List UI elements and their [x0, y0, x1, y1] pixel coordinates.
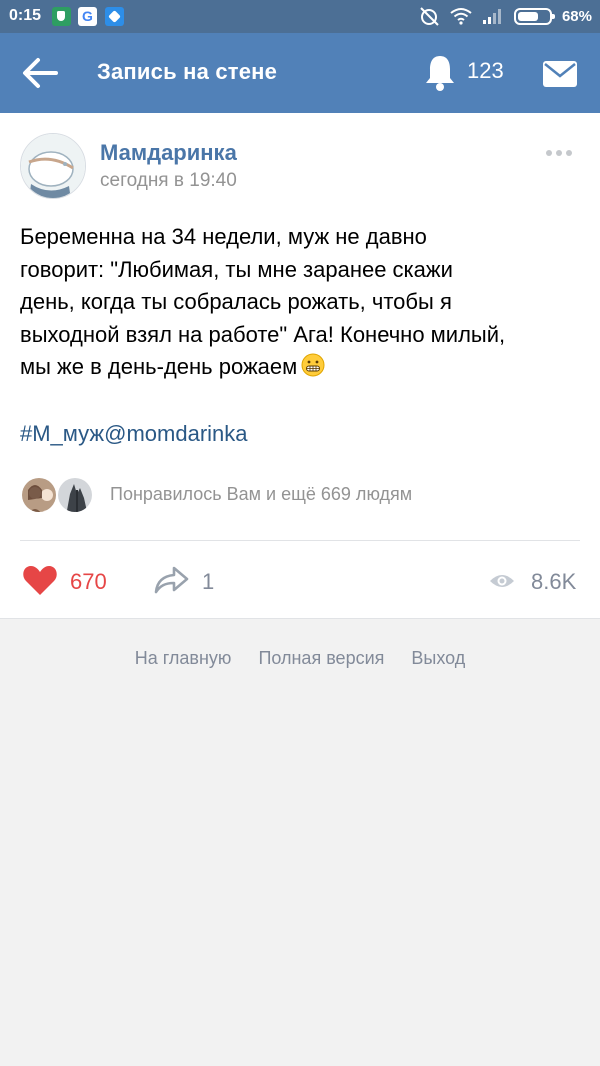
alarm-off-icon	[420, 7, 439, 26]
back-arrow-icon[interactable]	[20, 55, 60, 91]
share-arrow-icon[interactable]	[154, 565, 190, 595]
share-count[interactable]: 1	[202, 569, 214, 595]
liker-avatar[interactable]	[20, 476, 58, 514]
like-count[interactable]: 670	[70, 569, 107, 595]
bell-icon[interactable]	[423, 53, 457, 93]
post-text-line: мы же в день-день рожаем	[20, 354, 298, 379]
post-text-line: день, когда ты собралась рожать, чтобы я	[20, 289, 452, 314]
mail-icon[interactable]	[542, 59, 578, 89]
notifications-count[interactable]: 123	[467, 58, 504, 84]
post-card: Мамдаринка сегодня в 19:40 Беременна на …	[0, 113, 600, 619]
app-header: Запись на стене 123	[0, 33, 600, 113]
shield-app-icon	[52, 7, 71, 26]
google-icon: G	[78, 7, 97, 26]
more-options-icon[interactable]	[546, 150, 576, 158]
battery-percent: 68%	[561, 7, 592, 25]
grimacing-emoji-icon	[301, 353, 325, 377]
hashtag-link[interactable]: #М_муж@momdarinka	[20, 421, 248, 447]
author-name[interactable]: Мамдаринка	[100, 140, 237, 166]
battery-icon	[513, 7, 555, 25]
status-time: 0:15	[9, 7, 42, 24]
signal-icon	[482, 9, 501, 24]
full-version-link[interactable]: Полная версия	[258, 648, 384, 669]
views-count: 8.6K	[531, 569, 577, 594]
page-title: Запись на стене	[97, 59, 278, 84]
post-text-line: Беременна на 34 недели, муж не давно	[20, 224, 427, 249]
heart-icon[interactable]	[22, 564, 58, 596]
author-avatar[interactable]	[20, 133, 86, 199]
post-date[interactable]: сегодня в 19:40	[100, 170, 237, 192]
liker-avatar[interactable]	[56, 476, 94, 514]
post-text-line-last: мы же в день-день рожаем	[20, 351, 585, 384]
app-notification-icon	[105, 7, 124, 26]
post-text: Беременна на 34 недели, муж не давно гов…	[20, 221, 585, 384]
footer-links: На главную Полная версия Выход	[0, 648, 600, 669]
status-bar: 0:15 G 68%	[0, 0, 600, 33]
eye-icon	[490, 575, 514, 587]
post-text-line: выходной взял на работе" Ага! Конечно ми…	[20, 321, 506, 347]
wifi-icon	[450, 8, 472, 25]
post-text-line: говорит: "Любимая, ты мне заранее скажи	[20, 256, 453, 282]
divider	[20, 540, 580, 541]
logout-link[interactable]: Выход	[411, 648, 465, 669]
likers-summary[interactable]: Понравилось Вам и ещё 669 людям	[110, 484, 412, 505]
home-link[interactable]: На главную	[135, 648, 232, 669]
likers-avatars[interactable]	[20, 476, 100, 516]
